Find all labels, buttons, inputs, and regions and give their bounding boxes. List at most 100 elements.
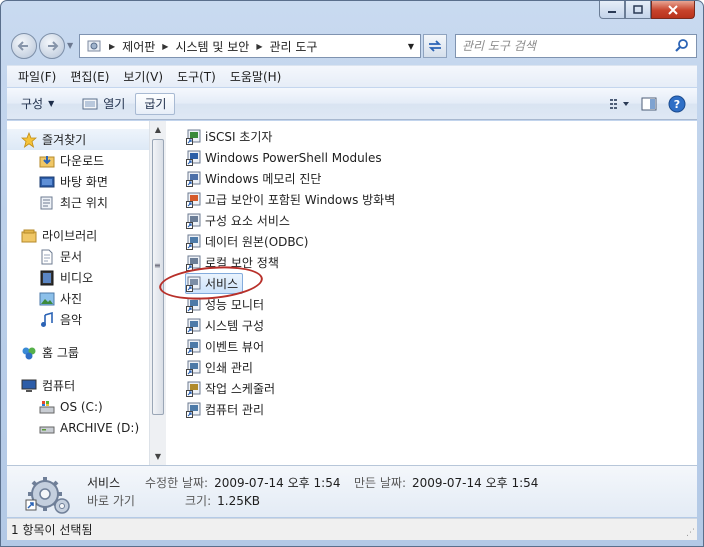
refresh-button[interactable] <box>423 34 447 58</box>
homegroup-group: 홈 그룹 <box>7 342 149 363</box>
file-item-label: Windows 메모리 진단 <box>205 172 322 186</box>
breadcrumb: ▶ 제어판 ▶ 시스템 및 보안 ▶ 관리 도구 <box>106 38 317 55</box>
nav-item-documents[interactable]: 문서 <box>7 246 149 267</box>
address-row: ▼ ▶ 제어판 ▶ 시스템 및 보안 ▶ 관리 도구 ▼ <box>9 31 697 61</box>
menu-tools[interactable]: 도구(T) <box>170 68 223 85</box>
task-scheduler-icon <box>186 381 201 397</box>
change-view-button[interactable] <box>607 93 635 115</box>
details-modified-value: 2009-07-14 오후 1:54 <box>214 476 341 490</box>
nav-item-drive-d[interactable]: ARCHIVE (D:) <box>7 417 149 438</box>
breadcrumb-separator-icon[interactable]: ▶ <box>162 42 168 51</box>
scroll-thumb[interactable] <box>152 139 164 415</box>
file-item[interactable]: 데이터 원본(ODBC) <box>186 231 312 252</box>
file-item[interactable]: 성능 모니터 <box>186 294 268 315</box>
nav-item-favorites[interactable]: 즐겨찾기 <box>7 129 149 150</box>
address-dropdown-icon[interactable]: ▼ <box>402 35 420 57</box>
file-item[interactable]: 컴퓨터 관리 <box>186 399 268 420</box>
file-item[interactable]: 서비스 <box>185 273 244 294</box>
chevron-down-icon: ▼ <box>48 99 55 108</box>
iscsi-initiator-icon <box>186 129 201 145</box>
breadcrumb-separator-icon[interactable]: ▶ <box>109 42 115 51</box>
maximize-button[interactable] <box>625 1 651 19</box>
drive-icon <box>39 420 55 436</box>
file-item[interactable]: 작업 스케줄러 <box>186 378 279 399</box>
nav-item-libraries[interactable]: 라이브러리 <box>7 225 149 246</box>
nav-label-favorites: 즐겨찾기 <box>42 133 87 147</box>
menu-help[interactable]: 도움말(H) <box>223 68 289 85</box>
minimize-button[interactable] <box>599 1 625 19</box>
favorites-group: 즐겨찾기 다운로드 바탕 화면 최근 위치 <box>7 129 149 213</box>
menu-view[interactable]: 보기(V) <box>116 68 170 85</box>
open-label: 열기 <box>103 97 126 111</box>
file-item[interactable]: 고급 보안이 포함된 Windows 방화벽 <box>186 189 399 210</box>
nav-item-pictures[interactable]: 사진 <box>7 288 149 309</box>
menu-bar: 파일(F) 편집(E) 보기(V) 도구(T) 도움말(H) <box>7 65 697 87</box>
nav-pane-scrollbar[interactable]: ▲ ≡ ▼ <box>149 121 166 465</box>
downloads-folder-icon <box>39 153 55 169</box>
breadcrumb-item-system-security[interactable]: 시스템 및 보안 <box>175 38 249 55</box>
svg-text:?: ? <box>674 98 680 111</box>
recent-pages-dropdown[interactable]: ▼ <box>67 41 73 50</box>
nav-item-recent-places[interactable]: 최근 위치 <box>7 192 149 213</box>
nav-label-downloads: 다운로드 <box>60 154 105 168</box>
file-item[interactable]: 인쇄 관리 <box>186 357 257 378</box>
refresh-icon <box>428 40 442 52</box>
file-item[interactable]: Windows PowerShell Modules <box>186 147 386 168</box>
nav-item-downloads[interactable]: 다운로드 <box>7 150 149 171</box>
search-box[interactable] <box>455 34 697 58</box>
file-item[interactable]: iSCSI 초기자 <box>186 126 276 147</box>
search-input[interactable] <box>462 39 662 53</box>
file-item[interactable]: Windows 메모리 진단 <box>186 168 325 189</box>
command-bar: 구성 ▼ 열기 굽기 ? <box>7 88 697 120</box>
file-item[interactable]: 이벤트 뷰어 <box>186 336 268 357</box>
nav-item-videos[interactable]: 비디오 <box>7 267 149 288</box>
forward-button[interactable] <box>39 33 65 59</box>
breadcrumb-item-control-panel[interactable]: 제어판 <box>122 38 155 55</box>
nav-item-desktop[interactable]: 바탕 화면 <box>7 171 149 192</box>
file-item[interactable]: 로컬 보안 정책 <box>186 252 283 273</box>
nav-item-homegroup[interactable]: 홈 그룹 <box>7 342 149 363</box>
file-item[interactable]: 시스템 구성 <box>186 315 268 336</box>
computer-icon <box>21 378 37 394</box>
preview-pane-button[interactable] <box>635 93 663 115</box>
search-icon[interactable] <box>674 38 690 57</box>
breadcrumb-item-admin-tools[interactable]: 관리 도구 <box>269 38 317 55</box>
video-icon <box>39 270 55 286</box>
computer-management-icon <box>186 402 201 418</box>
details-created-label: 만든 날짜: <box>354 476 407 490</box>
details-modified: 수정한 날짜: 2009-07-14 오후 1:54 <box>145 474 340 491</box>
help-icon: ? <box>668 95 686 113</box>
open-icon <box>82 98 98 109</box>
open-button[interactable]: 열기 <box>74 93 133 115</box>
nav-item-music[interactable]: 음악 <box>7 309 149 330</box>
nav-label-drive-d: ARCHIVE (D:) <box>60 420 140 435</box>
back-button[interactable] <box>11 33 37 59</box>
file-item[interactable]: 구성 요소 서비스 <box>186 210 294 231</box>
menu-file[interactable]: 파일(F) <box>11 68 63 85</box>
file-item-label: 로컬 보안 정책 <box>205 256 279 270</box>
organize-label: 구성 <box>21 97 44 111</box>
nav-item-drive-c[interactable]: OS (C:) <box>7 396 149 417</box>
address-bar[interactable]: ▶ 제어판 ▶ 시스템 및 보안 ▶ 관리 도구 ▼ <box>79 34 421 58</box>
resize-grip-icon[interactable]: ⋰ <box>686 528 695 538</box>
recent-places-icon <box>39 195 55 211</box>
burn-button[interactable]: 굽기 <box>135 92 176 115</box>
scroll-down-icon[interactable]: ▼ <box>150 448 166 465</box>
file-item-label: 고급 보안이 포함된 Windows 방화벽 <box>205 193 396 207</box>
close-button[interactable] <box>651 1 695 19</box>
scroll-grip-icon: ≡ <box>154 261 161 270</box>
menu-edit[interactable]: 편집(E) <box>63 68 116 85</box>
view-controls: ? <box>607 93 691 115</box>
breadcrumb-separator-icon[interactable]: ▶ <box>256 42 262 51</box>
nav-item-computer[interactable]: 컴퓨터 <box>7 375 149 396</box>
organize-button[interactable]: 구성 ▼ <box>13 93 62 115</box>
scroll-up-icon[interactable]: ▲ <box>150 121 166 138</box>
navigation-pane: 즐겨찾기 다운로드 바탕 화면 최근 위치 라이브러리 문서 비디오 사진 음악… <box>7 121 149 465</box>
desktop-icon <box>39 174 55 190</box>
close-icon <box>668 4 678 15</box>
nav-label-drive-c: OS (C:) <box>60 399 103 414</box>
documents-icon <box>39 249 55 265</box>
help-button[interactable]: ? <box>663 93 691 115</box>
file-list: iSCSI 초기자 Windows PowerShell Modules Windo… <box>170 121 697 420</box>
details-size-value: 1.25KB <box>217 494 260 508</box>
